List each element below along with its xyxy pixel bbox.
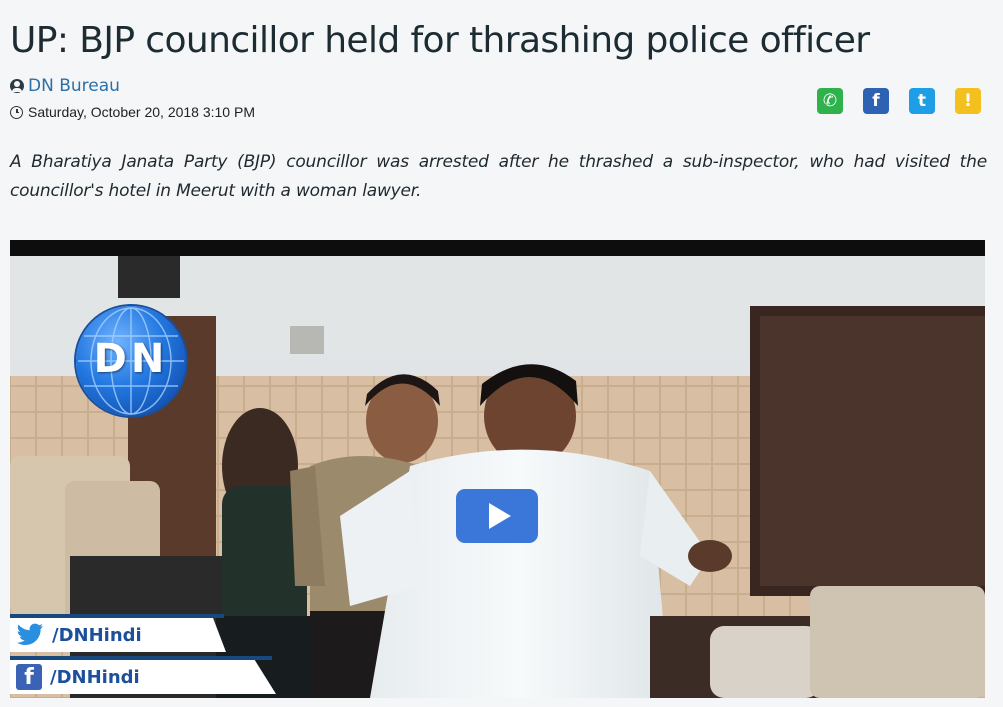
twitter-handle-tag: /DNHindi: [10, 618, 226, 652]
author-name[interactable]: DN Bureau: [28, 76, 120, 96]
play-button[interactable]: [456, 489, 538, 543]
tag-divider: [10, 614, 224, 618]
tag-divider: [10, 656, 272, 660]
publish-date: Saturday, October 20, 2018 3:10 PM: [10, 104, 255, 120]
video-player[interactable]: DN /DNHindi f /DNHindi: [10, 240, 985, 698]
play-icon: [488, 503, 511, 529]
facebook-handle-tag: f /DNHindi: [10, 660, 276, 694]
whatsapp-icon: ✆: [822, 91, 838, 111]
facebook-handle-text: /DNHindi: [50, 666, 140, 688]
author-line: DN Bureau: [10, 76, 120, 96]
clock-icon: [10, 105, 23, 119]
twitter-bird-icon: [17, 623, 43, 645]
facebook-icon: f: [872, 91, 880, 111]
facebook-share-button[interactable]: f: [863, 88, 889, 114]
whatsapp-share-button[interactable]: ✆: [817, 88, 843, 114]
article-title: UP: BJP councillor held for thrashing po…: [10, 20, 870, 61]
date-text: Saturday, October 20, 2018 3:10 PM: [28, 104, 255, 120]
twitter-share-button[interactable]: t: [909, 88, 935, 114]
twitter-icon: t: [917, 91, 927, 111]
dn-logo: DN: [76, 306, 186, 416]
twitter-handle-text: /DNHindi: [52, 624, 142, 646]
notification-icon: !: [964, 91, 972, 111]
article-summary: A Bharatiya Janata Party (BJP) councillo…: [10, 152, 987, 201]
facebook-logo-icon: f: [16, 664, 42, 690]
user-icon: [10, 79, 24, 93]
dn-logo-text: DN: [93, 336, 169, 382]
share-bar: ✆ f t !: [817, 88, 981, 114]
notification-button[interactable]: !: [955, 88, 981, 114]
